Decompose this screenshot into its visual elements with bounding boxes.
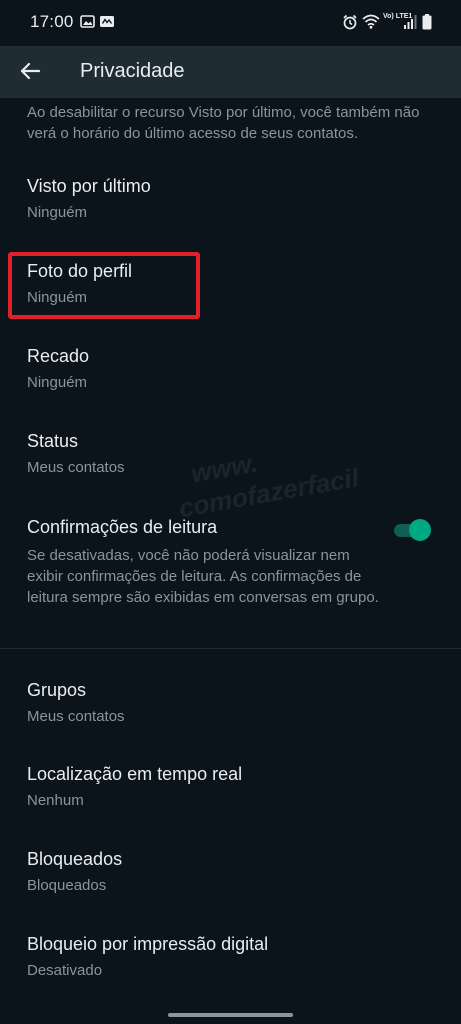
- wifi-icon: [362, 14, 380, 29]
- setting-title: Status: [27, 431, 79, 451]
- section-divider: [0, 648, 461, 649]
- setting-description: Se desativadas, você não poderá visualiz…: [27, 547, 379, 606]
- page-title: Privacidade: [80, 60, 185, 82]
- back-button[interactable]: [16, 58, 46, 86]
- setting-fingerprint-lock[interactable]: Bloqueio por impressão digital Desativad…: [0, 934, 461, 990]
- status-time: 17:00: [30, 12, 74, 31]
- setting-title: Visto por último: [27, 176, 151, 196]
- status-bar: 17:00 Vo) LTE1: [0, 0, 461, 46]
- setting-value: Ninguém: [27, 374, 88, 391]
- last-seen-info-text: Ao desabilitar o recurso Visto por últim…: [27, 104, 420, 142]
- setting-last-seen[interactable]: Visto por último Ninguém: [0, 176, 461, 232]
- battery-icon: [422, 14, 432, 30]
- setting-groups[interactable]: Grupos Meus contatos: [0, 680, 461, 736]
- highlight-box: [8, 252, 200, 319]
- setting-title: Localização em tempo real: [27, 764, 243, 784]
- setting-value: Meus contatos: [27, 459, 125, 476]
- setting-about[interactable]: Recado Ninguém: [0, 346, 461, 402]
- toggle-thumb: [409, 519, 431, 541]
- setting-value: Bloqueados: [27, 877, 107, 894]
- setting-status[interactable]: Status Meus contatos: [0, 431, 461, 487]
- navigation-handle[interactable]: [168, 1013, 293, 1017]
- setting-live-location[interactable]: Localização em tempo real Nenhum: [0, 764, 461, 820]
- read-receipts-toggle[interactable]: [392, 517, 432, 543]
- setting-value: Ninguém: [27, 204, 88, 221]
- setting-title: Grupos: [27, 680, 87, 700]
- alarm-icon: [343, 14, 357, 30]
- gallery-icon: [80, 15, 95, 28]
- notification-icon: [100, 16, 114, 27]
- setting-value: Desativado: [27, 962, 103, 979]
- setting-value: Nenhum: [27, 792, 84, 809]
- setting-title: Confirmações de leitura: [27, 517, 218, 537]
- setting-value: Meus contatos: [27, 708, 125, 725]
- back-arrow-icon: [20, 62, 41, 80]
- setting-title: Bloqueados: [27, 849, 123, 869]
- setting-title: Bloqueio por impressão digital: [27, 934, 269, 954]
- setting-blocked[interactable]: Bloqueados Bloqueados: [0, 849, 461, 905]
- app-bar: Privacidade: [0, 46, 461, 98]
- setting-title: Recado: [27, 346, 90, 366]
- signal-icon: [404, 15, 417, 29]
